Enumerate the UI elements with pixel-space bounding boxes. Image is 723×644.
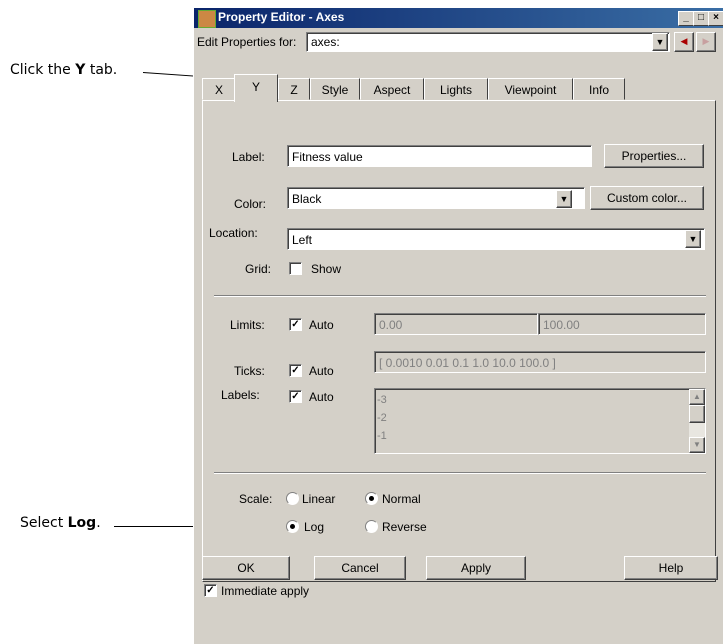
custom-color-button[interactable]: Custom color... bbox=[590, 186, 704, 210]
ok-button[interactable]: OK bbox=[202, 556, 290, 580]
location-chevron-down-icon[interactable]: ▼ bbox=[685, 230, 701, 248]
app-icon bbox=[198, 10, 216, 28]
direction-normal-label: Normal bbox=[382, 492, 421, 506]
help-button[interactable]: Help bbox=[624, 556, 718, 580]
labels-auto-label: Auto bbox=[309, 390, 334, 404]
scale-log-label: Log bbox=[304, 520, 325, 534]
labels-auto-checkbox[interactable]: ✓ bbox=[289, 390, 302, 403]
limits-auto-checkbox[interactable]: ✓ bbox=[289, 318, 302, 331]
location-label: Location: bbox=[209, 226, 258, 240]
scale-linear-label: Linear bbox=[302, 492, 336, 506]
scale-label: Scale: bbox=[239, 492, 273, 506]
tab-x[interactable]: X bbox=[202, 78, 236, 100]
limits-label: Limits: bbox=[230, 318, 265, 332]
labels-scrollbar[interactable]: ▲ ▼ bbox=[689, 389, 705, 453]
edit-for-value: axes: bbox=[311, 35, 340, 49]
grid-show-checkbox[interactable] bbox=[289, 262, 302, 275]
tab-lights[interactable]: Lights bbox=[424, 78, 488, 100]
ticks-label: Ticks: bbox=[234, 364, 265, 378]
apply-button[interactable]: Apply bbox=[426, 556, 526, 580]
tab-aspect[interactable]: Aspect bbox=[360, 78, 424, 100]
ticks-auto-checkbox[interactable]: ✓ bbox=[289, 364, 302, 377]
y-axis-panel bbox=[202, 100, 716, 582]
immediate-apply-label: Immediate apply bbox=[221, 584, 310, 598]
cancel-button[interactable]: Cancel bbox=[314, 556, 406, 580]
color-chevron-down-icon[interactable]: ▼ bbox=[556, 190, 572, 208]
limits-max-field[interactable]: 100.00 bbox=[538, 313, 706, 335]
minimize-button[interactable]: _ bbox=[678, 11, 694, 26]
labels-list-item: -2 bbox=[377, 412, 387, 424]
edit-for-field[interactable]: axes: bbox=[306, 32, 670, 52]
color-select[interactable]: Black bbox=[287, 187, 585, 209]
immediate-apply-checkbox[interactable]: ✓ bbox=[204, 584, 217, 597]
close-button[interactable]: × bbox=[708, 11, 723, 26]
labels-list-item: -1 bbox=[377, 430, 387, 442]
location-select[interactable]: Left bbox=[287, 228, 705, 250]
scale-linear-radio[interactable] bbox=[286, 492, 299, 505]
direction-reverse-radio[interactable] bbox=[365, 520, 378, 533]
tab-style[interactable]: Style bbox=[310, 78, 360, 100]
chevron-down-icon[interactable]: ▼ bbox=[652, 33, 668, 51]
grid-label: Grid: bbox=[245, 262, 272, 276]
maximize-button[interactable]: □ bbox=[693, 11, 709, 26]
edit-for-label: Edit Properties for: bbox=[197, 35, 297, 49]
tab-viewpoint[interactable]: Viewpoint bbox=[488, 78, 573, 100]
tab-z[interactable]: Z bbox=[278, 78, 310, 100]
title-bar: Property Editor - Axes _ □ × bbox=[194, 8, 723, 28]
properties-button[interactable]: Properties... bbox=[604, 144, 704, 168]
label-label: Label: bbox=[232, 150, 265, 164]
scroll-up-icon[interactable]: ▲ bbox=[689, 389, 705, 405]
labels-list-item: -3 bbox=[377, 394, 387, 406]
limits-auto-label: Auto bbox=[309, 318, 334, 332]
label-value: Fitness value bbox=[292, 150, 363, 164]
divider bbox=[214, 472, 706, 474]
back-arrow-icon[interactable]: ◀ bbox=[674, 32, 694, 52]
ticks-field[interactable]: [ 0.0010 0.01 0.1 1.0 10.0 100.0 ] bbox=[374, 351, 706, 373]
divider bbox=[214, 295, 706, 297]
scroll-down-icon[interactable]: ▼ bbox=[689, 437, 705, 453]
callout-y-tab: Click the Y tab. bbox=[10, 62, 118, 78]
direction-reverse-label: Reverse bbox=[382, 520, 427, 534]
label-field[interactable]: Fitness value bbox=[287, 145, 592, 167]
limits-min-field[interactable]: 0.00 bbox=[374, 313, 538, 335]
forward-arrow-icon[interactable]: ▶ bbox=[696, 32, 716, 52]
ticks-auto-label: Auto bbox=[309, 364, 334, 378]
window-title: Property Editor - Axes bbox=[218, 10, 345, 24]
direction-normal-radio[interactable] bbox=[365, 492, 378, 505]
property-editor-window: Property Editor - Axes _ □ × Edit Proper… bbox=[193, 8, 723, 644]
scroll-thumb[interactable] bbox=[689, 405, 705, 423]
tab-info[interactable]: Info bbox=[573, 78, 625, 100]
color-label: Color: bbox=[234, 197, 267, 211]
color-value: Black bbox=[292, 192, 322, 206]
tab-y[interactable]: Y bbox=[234, 74, 278, 102]
grid-show-label: Show bbox=[311, 262, 342, 276]
labels-list[interactable]: -3 -2 -1 ▲ ▼ bbox=[374, 388, 706, 454]
labels-label: Labels: bbox=[221, 388, 260, 402]
location-value: Left bbox=[292, 233, 313, 247]
callout-log: Select Log. bbox=[20, 515, 101, 531]
scale-log-radio[interactable] bbox=[286, 520, 299, 533]
